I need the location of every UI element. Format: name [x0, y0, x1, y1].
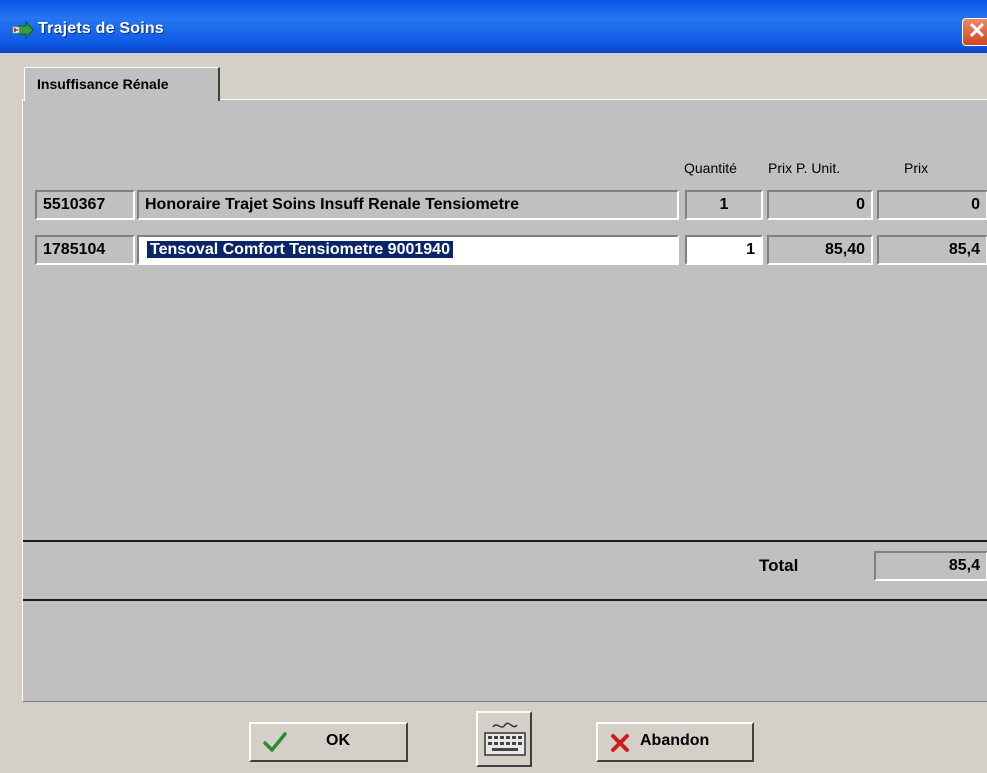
row-2-prix: 85,4 — [877, 235, 987, 265]
keyboard-icon — [484, 722, 526, 756]
separator-top — [23, 540, 987, 542]
column-header-prix: Prix — [904, 160, 929, 176]
tab-panel: Quantité Prix P. Unit. Prix 5510367 Hono… — [22, 99, 987, 702]
column-header-quantite: Quantité — [684, 160, 737, 176]
row-2-description-selected-text: Tensoval Comfort Tensiometre 9001940 — [147, 241, 453, 258]
abandon-label: Abandon — [640, 732, 710, 749]
ok-label: OK — [326, 732, 350, 749]
close-button[interactable]: ✕ — [962, 18, 987, 46]
dialog-body: Insuffisance Rénale Quantité Prix P. Uni… — [0, 53, 987, 773]
ok-button[interactable]: OK — [249, 722, 408, 762]
row-1-prix: 0 — [877, 190, 987, 220]
keyboard-button[interactable] — [476, 711, 532, 767]
total-label: Total — [759, 556, 799, 575]
separator-bottom — [23, 599, 987, 601]
row-1-prix-unit: 0 — [767, 190, 873, 220]
row-1-description: Honoraire Trajet Soins Insuff Renale Ten… — [137, 190, 679, 220]
column-header-prix-unit: Prix P. Unit. — [768, 160, 841, 176]
row-1-code: 5510367 — [35, 190, 135, 220]
row-2-prix-unit: 85,40 — [767, 235, 873, 265]
total-value: 85,4 — [874, 551, 987, 581]
tab-insuffisance-renale[interactable]: Insuffisance Rénale — [24, 67, 220, 101]
cancel-x-icon — [611, 734, 629, 752]
row-2-description-input[interactable]: Tensoval Comfort Tensiometre 9001940 — [137, 235, 679, 265]
row-2-quantite-input[interactable]: 1 — [685, 235, 763, 265]
window-title: Trajets de Soins — [38, 20, 164, 37]
care-path-icon — [12, 20, 34, 40]
abandon-button[interactable]: Abandon — [596, 722, 754, 762]
row-2-code: 1785104 — [35, 235, 135, 265]
check-icon — [263, 732, 287, 752]
row-1-quantite: 1 — [685, 190, 763, 220]
title-bar: Trajets de Soins ✕ — [0, 0, 987, 53]
